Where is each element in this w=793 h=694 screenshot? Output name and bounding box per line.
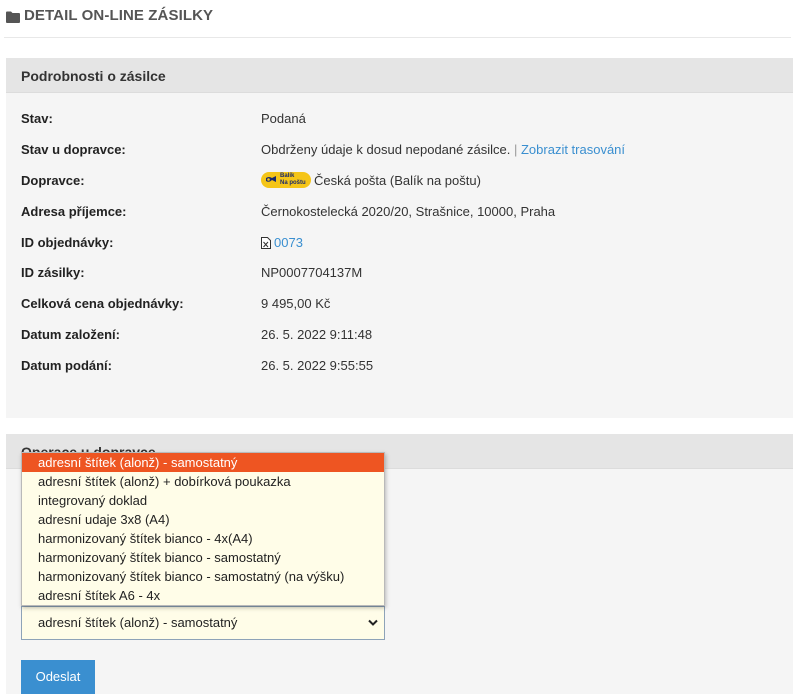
created-value: 26. 5. 2022 9:11:48 [261, 327, 373, 342]
total-label: Celková cena objednávky: [21, 296, 184, 311]
status-label: Stav: [21, 111, 53, 126]
shipment-id-label: ID zásilky: [21, 265, 85, 280]
dropdown-option[interactable]: adresní štítek A6 - 4x [22, 586, 384, 605]
status-value: Podaná [261, 111, 306, 126]
dropdown-option[interactable]: adresní štítek (alonž) - samostatný [22, 453, 384, 472]
dropdown-option[interactable]: harmonizovaný štítek bianco - samostatný… [22, 567, 384, 586]
dropdown-option[interactable]: harmonizovaný štítek bianco - samostatný [22, 548, 384, 567]
shipment-id-value: NP0007704137M [261, 265, 363, 280]
dropdown-option[interactable]: adresní udaje 3x8 (A4) [22, 510, 384, 529]
dropdown-option[interactable]: adresní štítek (alonž) + dobírková pouka… [22, 472, 384, 491]
panel-heading: Podrobnosti o zásilce [6, 58, 793, 93]
address-value: Černokostelecká 2020/20, Strašnice, 1000… [261, 204, 556, 219]
page-title: DETAIL ON-LINE ZÁSILKY [24, 7, 214, 24]
order-id-value-wrap: 0073 [261, 233, 303, 253]
page-header: DETAIL ON-LINE ZÁSILKY [4, 0, 791, 38]
order-id-link[interactable]: 0073 [274, 235, 303, 250]
submitted-value: 26. 5. 2022 9:55:55 [261, 358, 374, 373]
separator: | [513, 142, 518, 157]
order-id-label: ID objednávky: [21, 235, 114, 250]
folder-icon [6, 11, 20, 23]
carrier-logo-text: Balík Na poštu [280, 173, 306, 187]
chevron-down-icon [368, 619, 378, 626]
total-value: 9 495,00 Kč [261, 296, 331, 311]
label-type-select[interactable]: adresní štítek (alonž) - samostatný [21, 606, 385, 640]
carrier-value: Česká pošta (Balík na poštu) [314, 173, 481, 188]
address-label: Adresa příjemce: [21, 204, 127, 219]
carrier-status-value: Obdrženy údaje k dosud nepodané zásilce. [261, 142, 511, 157]
tracking-link[interactable]: Zobrazit trasování [521, 142, 625, 157]
created-label: Datum založení: [21, 327, 120, 342]
submitted-label: Datum podání: [21, 358, 112, 373]
label-type-dropdown-list: adresní štítek (alonž) - samostatný adre… [21, 452, 385, 606]
carrier-status-label: Stav u dopravce: [21, 142, 126, 157]
carrier-logo-line1: Balík [280, 173, 295, 179]
carrier-label: Dopravce: [21, 173, 85, 188]
select-value: adresní štítek (alonž) - samostatný [38, 615, 238, 630]
carrier-value-wrap: Balík Na poštu Česká pošta (Balík na poš… [261, 171, 481, 191]
carrier-status-value-wrap: Obdrženy údaje k dosud nepodané zásilce.… [261, 140, 625, 160]
dropdown-option[interactable]: harmonizovaný štítek bianco - 4x(A4) [22, 529, 384, 548]
submit-button[interactable]: Odeslat [21, 660, 95, 694]
carrier-logo: Balík Na poštu [261, 172, 311, 188]
shipment-detail-panel: Podrobnosti o zásilce Stav: Podaná Stav … [6, 58, 793, 418]
dropdown-option[interactable]: integrovaný doklad [22, 491, 384, 510]
post-horn-icon [266, 176, 276, 182]
document-icon [261, 237, 271, 249]
carrier-logo-line2: Na poštu [280, 180, 306, 186]
